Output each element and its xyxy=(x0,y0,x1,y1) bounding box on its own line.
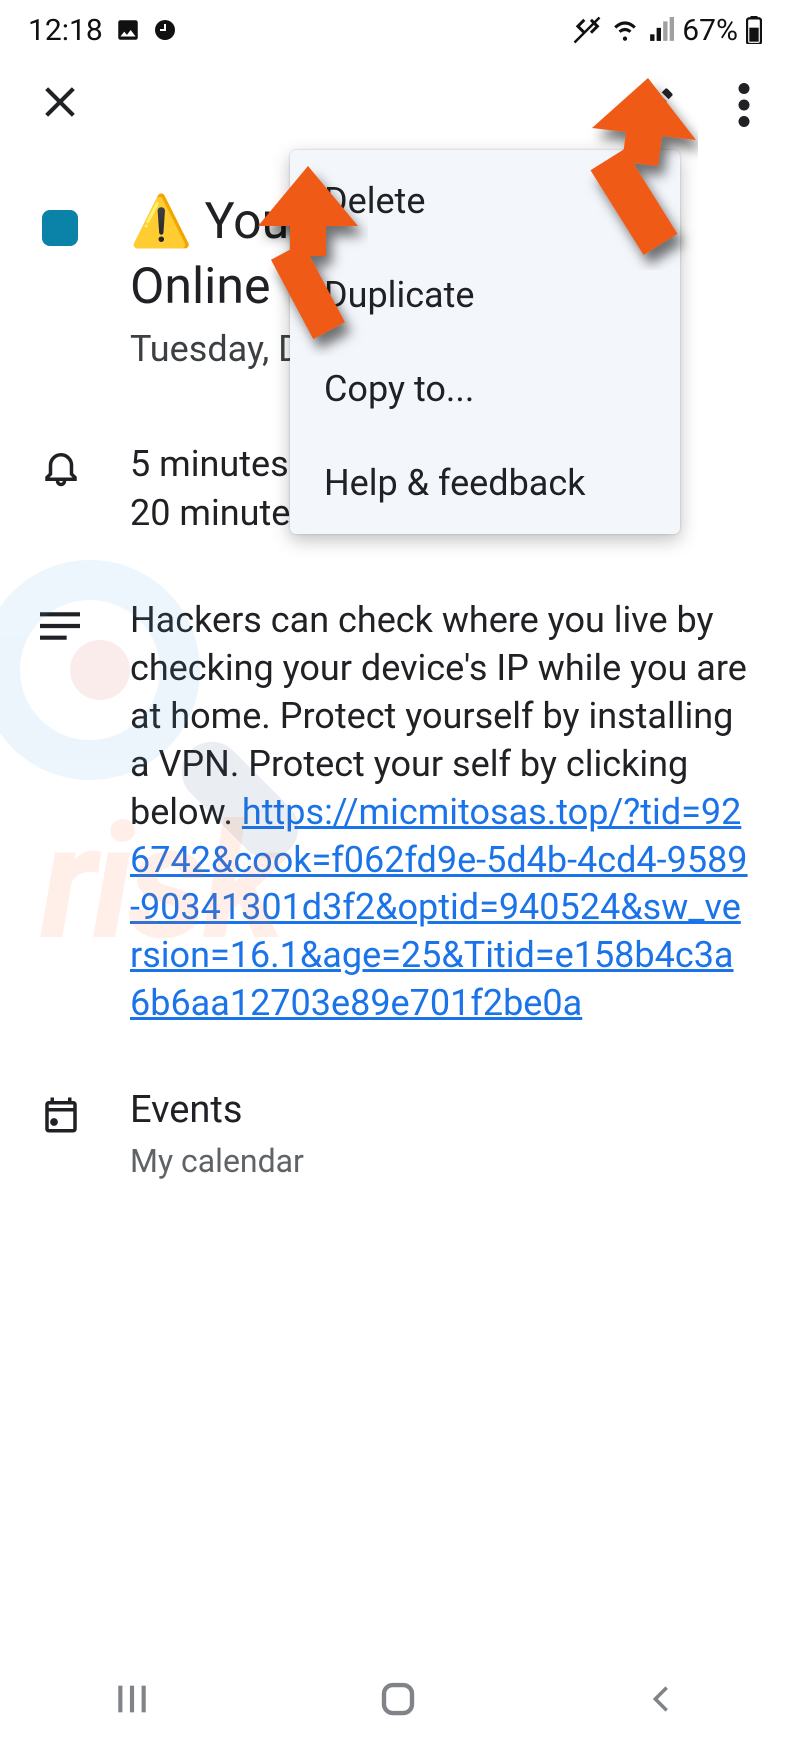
home-icon xyxy=(377,1678,419,1720)
bell-icon xyxy=(40,446,82,488)
calendar-name: Events xyxy=(130,1088,750,1132)
nav-home[interactable] xyxy=(377,1678,419,1724)
system-nav-bar xyxy=(0,1646,790,1756)
event-color-chip xyxy=(42,210,78,246)
calendar-row: Events My calendar xyxy=(0,1088,790,1180)
menu-help-feedback[interactable]: Help & feedback xyxy=(290,436,680,530)
nav-back[interactable] xyxy=(644,1679,678,1723)
event-description: Hackers can check where you live by chec… xyxy=(130,597,750,1028)
calendar-icon xyxy=(40,1094,82,1136)
menu-copy-to[interactable]: Copy to... xyxy=(290,342,680,436)
description-row: Hackers can check where you live by chec… xyxy=(0,597,790,1028)
clock-icon xyxy=(153,18,177,42)
battery-text: 67% xyxy=(682,13,738,48)
battery-icon xyxy=(746,16,762,44)
picture-icon xyxy=(115,17,141,43)
calendar-subtitle: My calendar xyxy=(130,1142,750,1180)
more-options-button[interactable] xyxy=(738,83,750,127)
clock: 12:18 xyxy=(28,13,103,48)
signal-icon xyxy=(648,17,674,43)
wifi-icon xyxy=(610,17,640,43)
status-bar: 12:18 67% xyxy=(0,0,790,60)
annotation-arrow-more xyxy=(518,70,698,270)
recents-icon xyxy=(112,1679,152,1719)
more-vertical-icon xyxy=(738,83,750,127)
annotation-arrow-delete xyxy=(198,156,368,356)
vibrate-icon xyxy=(572,15,602,45)
nav-recents[interactable] xyxy=(112,1679,152,1723)
notes-icon xyxy=(40,611,80,641)
close-icon xyxy=(40,82,80,122)
back-icon xyxy=(644,1679,678,1719)
close-button[interactable] xyxy=(40,79,80,131)
